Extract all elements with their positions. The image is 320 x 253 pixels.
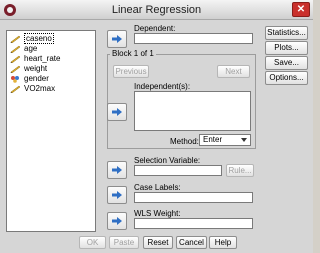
arrow-right-icon	[112, 166, 122, 174]
next-button[interactable]: Next	[217, 65, 250, 78]
variable-label: heart_rate	[24, 54, 61, 63]
nominal-variable-icon	[11, 76, 19, 83]
independents-list[interactable]	[134, 91, 251, 131]
variable-list-item[interactable]: age	[7, 44, 95, 54]
save-button[interactable]: Save...	[265, 56, 308, 70]
cancel-button[interactable]: Cancel	[176, 236, 207, 249]
variable-label: gender	[24, 74, 49, 83]
dependent-label: Dependent:	[134, 24, 176, 33]
arrow-right-icon	[112, 108, 122, 116]
variable-list[interactable]: caseno age heart_rate weight gender VO2max	[6, 30, 96, 232]
arrow-right-icon	[112, 35, 122, 43]
rule-button[interactable]: Rule...	[226, 164, 254, 177]
help-button[interactable]: Help	[209, 236, 237, 249]
method-label: Method:	[170, 137, 199, 146]
move-to-case-labels-button[interactable]	[107, 186, 127, 204]
window-title: Linear Regression	[111, 4, 202, 16]
scale-variable-icon	[10, 35, 21, 43]
variable-list-item[interactable]: heart_rate	[7, 54, 95, 64]
chevron-down-icon	[241, 138, 247, 142]
wls-weight-label: WLS Weight:	[134, 209, 181, 218]
case-labels-field[interactable]	[134, 192, 253, 203]
selection-variable-field[interactable]	[134, 165, 222, 176]
case-labels-label: Case Labels:	[134, 183, 181, 192]
arrow-right-icon	[112, 217, 122, 225]
variable-label: VO2max	[24, 84, 56, 93]
independents-label: Independent(s):	[134, 82, 191, 91]
method-value: Enter	[203, 135, 223, 144]
dependent-field[interactable]	[134, 33, 253, 44]
ok-button[interactable]: OK	[79, 236, 106, 249]
linear-regression-dialog: Linear Regression ✕ caseno age heart_rate w…	[0, 0, 313, 253]
move-to-dependent-button[interactable]	[107, 30, 127, 48]
variable-label: caseno	[24, 33, 54, 44]
wls-weight-field[interactable]	[134, 218, 253, 229]
plots-button[interactable]: Plots...	[265, 41, 308, 55]
variable-list-item[interactable]: caseno	[7, 33, 95, 44]
previous-button[interactable]: Previous	[113, 65, 149, 78]
scale-variable-icon	[10, 55, 21, 63]
scale-variable-icon	[10, 65, 21, 73]
method-select[interactable]: Enter	[199, 134, 251, 146]
block-title: Block 1 of 1	[110, 49, 156, 58]
reset-button[interactable]: Reset	[143, 236, 173, 249]
close-button[interactable]: ✕	[292, 2, 310, 17]
scale-variable-icon	[10, 85, 21, 93]
move-to-wls-weight-button[interactable]	[107, 212, 127, 230]
variable-label: weight	[24, 64, 48, 73]
variable-list-item[interactable]: weight	[7, 64, 95, 74]
selection-variable-label: Selection Variable:	[134, 156, 201, 165]
move-to-independents-button[interactable]	[107, 103, 127, 121]
statistics-button[interactable]: Statistics...	[265, 26, 308, 40]
variable-label: age	[24, 44, 38, 53]
options-button[interactable]: Options...	[265, 71, 308, 85]
paste-button[interactable]: Paste	[109, 236, 139, 249]
title-bar: Linear Regression ✕	[0, 0, 313, 20]
move-to-selection-variable-button[interactable]	[107, 161, 127, 179]
variable-list-item[interactable]: VO2max	[7, 84, 95, 94]
scale-variable-icon	[10, 45, 21, 53]
arrow-right-icon	[112, 191, 122, 199]
variable-list-item[interactable]: gender	[7, 74, 95, 84]
